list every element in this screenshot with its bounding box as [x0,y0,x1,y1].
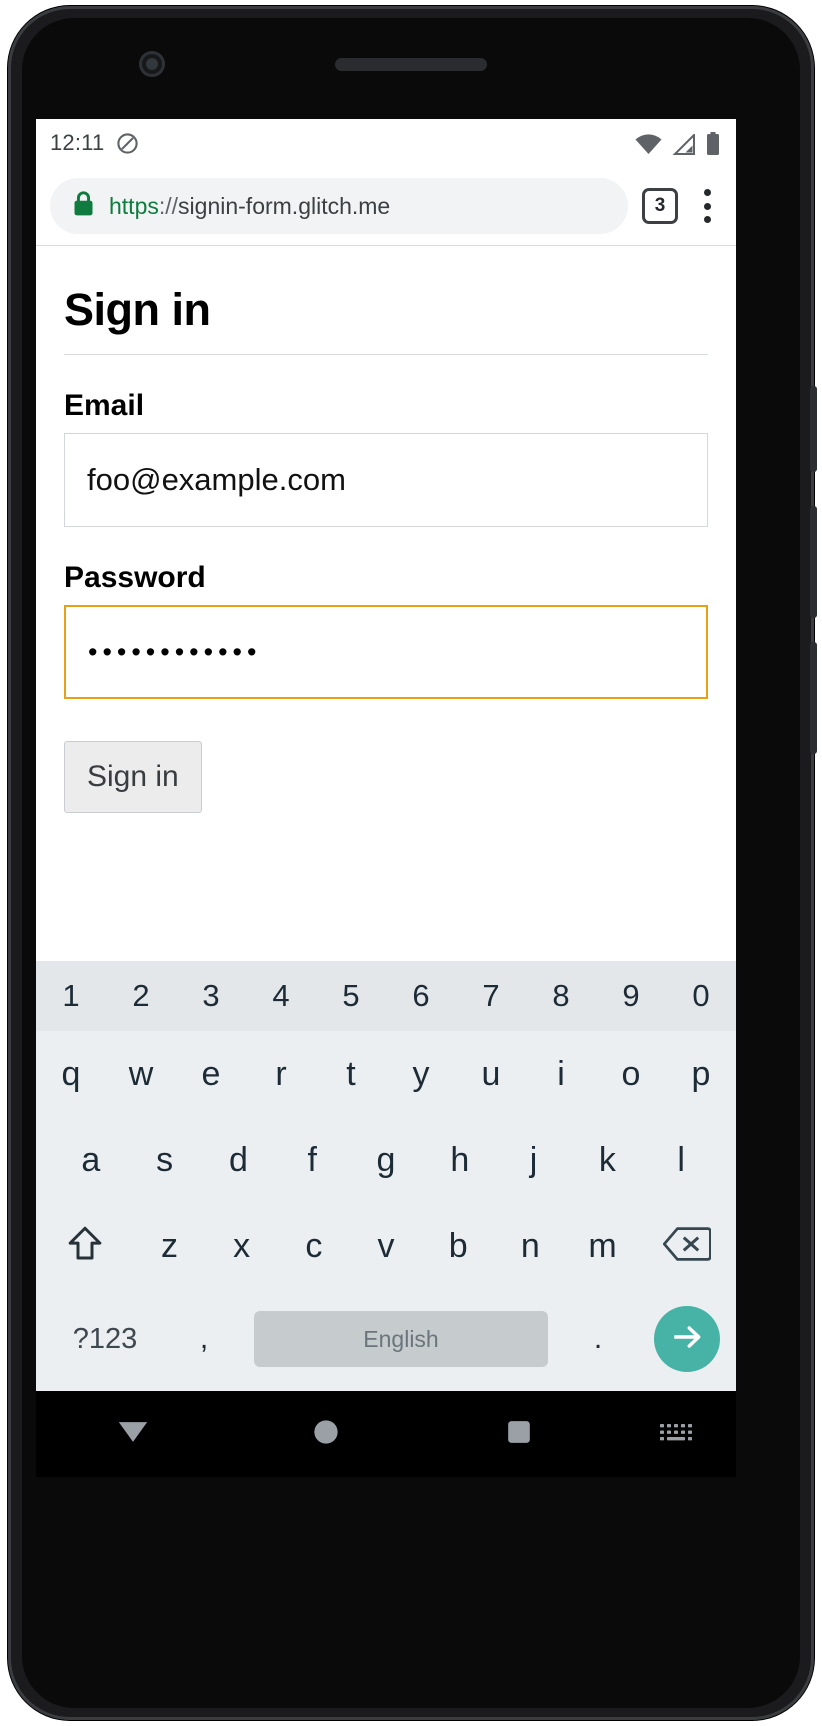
key-v[interactable]: v [350,1227,422,1266]
nav-switch-keyboard-button[interactable] [616,1421,736,1448]
status-left-icons [116,132,139,155]
password-label: Password [64,561,206,594]
nav-home-button[interactable] [229,1418,422,1451]
key-u[interactable]: u [456,1055,526,1094]
key-m[interactable]: m [566,1227,638,1266]
password-value: •••••••••••• [88,636,262,667]
title-divider [64,354,708,355]
key-l[interactable]: l [644,1141,718,1180]
key-q[interactable]: q [36,1055,106,1094]
key-n[interactable]: n [494,1227,566,1266]
period-key[interactable]: . [554,1322,642,1356]
key-3[interactable]: 3 [176,978,246,1014]
keyboard-row-home: a s d f g h j k l [36,1117,736,1203]
nav-back-button[interactable] [36,1419,229,1450]
front-camera-icon [139,51,165,77]
key-j[interactable]: j [497,1141,571,1180]
enter-arrow-icon [669,1319,705,1360]
key-7[interactable]: 7 [456,978,526,1014]
shift-key[interactable] [36,1223,133,1270]
email-value: foo@example.com [87,462,346,497]
status-right-icons [635,131,720,155]
home-circle-icon [312,1418,340,1451]
recents-square-icon [506,1419,532,1450]
on-screen-keyboard: 1 2 3 4 5 6 7 8 9 0 q w e r t y u i o p … [36,961,736,1391]
key-b[interactable]: b [422,1227,494,1266]
keyboard-bottom-row: ?123 , English . [36,1289,736,1389]
page-title: Sign in [64,284,211,335]
key-p[interactable]: p [666,1055,736,1094]
keyboard-icon [659,1421,693,1448]
volume-up-button[interactable] [810,506,817,618]
key-i[interactable]: i [526,1055,596,1094]
wifi-icon [635,133,662,155]
key-g[interactable]: g [349,1141,423,1180]
key-y[interactable]: y [386,1055,456,1094]
volume-down-button[interactable] [810,642,817,754]
email-label: Email [64,389,145,422]
key-5[interactable]: 5 [316,978,386,1014]
key-s[interactable]: s [128,1141,202,1180]
key-a[interactable]: a [54,1141,128,1180]
status-bar: 12:11 [36,119,736,167]
password-field[interactable]: •••••••••••• [64,605,708,699]
symbols-key[interactable]: ?123 [50,1323,160,1356]
hide-keyboard-down-icon [116,1419,150,1450]
status-clock: 12:11 [50,130,105,155]
overflow-menu-icon[interactable] [694,187,720,225]
key-2[interactable]: 2 [106,978,176,1014]
comma-key[interactable]: , [160,1322,248,1356]
key-z[interactable]: z [133,1227,205,1266]
key-f[interactable]: f [275,1141,349,1180]
key-r[interactable]: r [246,1055,316,1094]
url-separator: :// [158,192,179,219]
email-field[interactable]: foo@example.com [64,433,708,527]
keyboard-row-qwerty: q w e r t y u i o p [36,1031,736,1117]
url-bar[interactable]: https://signin-form.glitch.me [50,178,628,234]
browser-toolbar: https://signin-form.glitch.me 3 [36,167,736,245]
battery-icon [706,131,720,155]
key-t[interactable]: t [316,1055,386,1094]
key-x[interactable]: x [206,1227,278,1266]
web-page-content: Sign in Email foo@example.com Password •… [36,246,736,958]
nav-recents-button[interactable] [423,1419,616,1450]
space-key[interactable]: English [254,1311,548,1367]
cell-signal-icon [672,133,696,155]
lock-icon [72,190,95,222]
key-4[interactable]: 4 [246,978,316,1014]
enter-key[interactable] [654,1306,720,1372]
url-text: https://signin-form.glitch.me [109,193,390,220]
key-k[interactable]: k [570,1141,644,1180]
key-9[interactable]: 9 [596,978,666,1014]
power-button[interactable] [810,386,817,472]
url-host: signin-form.glitch.me [178,192,391,219]
key-c[interactable]: c [278,1227,350,1266]
android-navigation-bar [36,1391,736,1477]
key-8[interactable]: 8 [526,978,596,1014]
key-6[interactable]: 6 [386,978,456,1014]
url-scheme: https [109,192,159,219]
key-e[interactable]: e [176,1055,246,1094]
do-not-disturb-icon [116,132,139,155]
backspace-key[interactable] [639,1226,736,1267]
key-0[interactable]: 0 [666,978,736,1014]
key-o[interactable]: o [596,1055,666,1094]
tab-switcher-button[interactable]: 3 [642,188,678,224]
backspace-icon [663,1226,713,1267]
earpiece-speaker [335,58,487,71]
key-d[interactable]: d [202,1141,276,1180]
key-1[interactable]: 1 [36,978,106,1014]
sign-in-submit-button[interactable]: Sign in [64,741,202,813]
key-h[interactable]: h [423,1141,497,1180]
keyboard-row-zxcvb: z x c v b n m [36,1203,736,1289]
camera-lens [146,58,158,70]
key-w[interactable]: w [106,1055,176,1094]
phone-screen: 12:11 https://signin-form.glitch.me 3 Si… [36,119,736,1391]
shift-icon [64,1223,106,1270]
keyboard-number-row: 1 2 3 4 5 6 7 8 9 0 [36,961,736,1031]
